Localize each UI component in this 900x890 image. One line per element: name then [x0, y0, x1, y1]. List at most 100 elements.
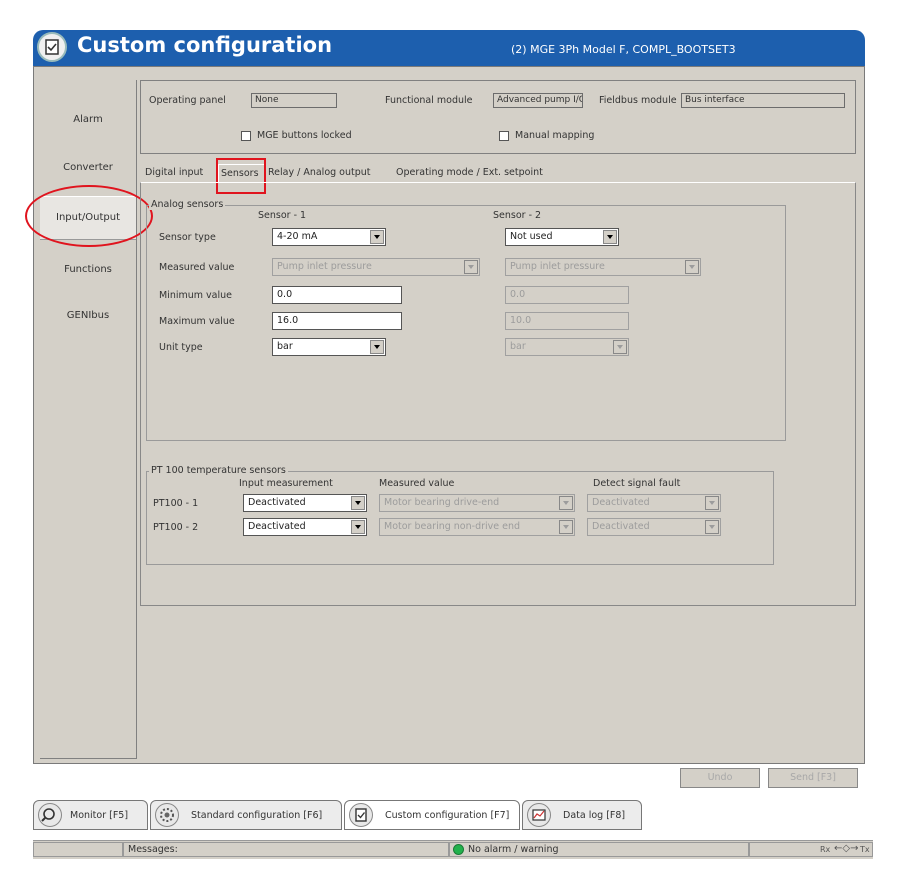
sensor-1-header: Sensor - 1 — [258, 210, 307, 221]
pt100-2-measured-value: Motor bearing non-drive end — [384, 521, 521, 532]
tab-standard-configuration-label: Standard configuration [F6] — [191, 810, 323, 821]
data-log-chart-icon — [527, 803, 551, 827]
pt100-2-input-value: Deactivated — [248, 521, 306, 532]
sensor-2-measured-value: Pump inlet pressure — [510, 261, 605, 272]
pt100-sensors-group: PT 100 temperature sensors Input measure… — [146, 465, 774, 565]
title-bar: Custom configuration (2) MGE 3Ph Model F… — [33, 30, 865, 66]
dropdown-arrow-icon[interactable] — [351, 496, 365, 510]
functional-module-label: Functional module — [385, 95, 473, 106]
sensor-2-header: Sensor - 2 — [493, 210, 542, 221]
detect-signal-fault-header: Detect signal fault — [593, 478, 681, 489]
measured-value-header: Measured value — [379, 478, 455, 489]
custom-configuration-icon — [37, 32, 67, 62]
tab-operating-mode[interactable]: Operating mode / Ext. setpoint — [396, 164, 562, 182]
nav-item-functions[interactable]: Functions — [40, 264, 136, 275]
pt100-1-detect-select: Deactivated — [587, 494, 721, 512]
highlight-circle — [25, 185, 153, 247]
sensor-1-unit-select[interactable]: bar — [272, 338, 386, 356]
row-label-sensor-type: Sensor type — [159, 232, 216, 243]
manual-mapping-label: Manual mapping — [515, 130, 595, 141]
send-button[interactable]: Send [F3] — [768, 768, 858, 788]
pt100-legend: PT 100 temperature sensors — [149, 465, 288, 476]
sensor-1-type-value: 4-20 mA — [277, 231, 318, 242]
pt100-1-input-select[interactable]: Deactivated — [243, 494, 367, 512]
tab-data-log[interactable]: Data log [F8] — [522, 800, 642, 830]
row-label-maximum-value: Maximum value — [159, 316, 235, 327]
sensor-2-unit-value: bar — [510, 341, 526, 352]
tab-custom-configuration-label: Custom configuration [F7] — [385, 810, 510, 821]
module-info-group: Operating panel None Functional module A… — [140, 80, 856, 154]
sensor-1-measured-value: Pump inlet pressure — [277, 261, 372, 272]
tab-relay-analog-output[interactable]: Relay / Analog output — [268, 164, 392, 182]
sensor-1-maximum-field[interactable]: 16.0 — [272, 312, 402, 330]
tab-monitor[interactable]: Monitor [F5] — [33, 800, 148, 830]
mge-buttons-locked-checkbox[interactable] — [241, 131, 251, 141]
dropdown-arrow-icon[interactable] — [603, 230, 617, 244]
sensor-2-minimum-field: 0.0 — [505, 286, 629, 304]
sensor-2-unit-select: bar — [505, 338, 629, 356]
rx-label: Rx — [820, 845, 831, 854]
dropdown-arrow-icon[interactable] — [370, 340, 384, 354]
sensor-1-minimum-field[interactable]: 0.0 — [272, 286, 402, 304]
dropdown-arrow-icon — [464, 260, 478, 274]
tab-standard-configuration[interactable]: Standard configuration [F6] — [150, 800, 342, 830]
dropdown-arrow-icon — [685, 260, 699, 274]
row-label-unit-type: Unit type — [159, 342, 203, 353]
row-label-measured-value: Measured value — [159, 262, 235, 273]
input-measurement-header: Input measurement — [239, 478, 333, 489]
pt100-1-label: PT100 - 1 — [153, 498, 199, 509]
magnifier-icon — [38, 803, 62, 827]
nav-item-converter[interactable]: Converter — [40, 162, 136, 173]
nav-item-genibus[interactable]: GENIbus — [40, 310, 136, 321]
sensor-1-unit-value: bar — [277, 341, 293, 352]
row-label-minimum-value: Minimum value — [159, 290, 232, 301]
nav-item-alarm[interactable]: Alarm — [40, 114, 136, 125]
messages-label: Messages: — [123, 842, 449, 857]
dropdown-arrow-icon[interactable] — [370, 230, 384, 244]
pt100-2-detect-select: Deactivated — [587, 518, 721, 536]
tab-data-log-label: Data log [F8] — [563, 810, 626, 821]
dropdown-arrow-icon — [559, 496, 573, 510]
page-title: Custom configuration — [77, 33, 333, 57]
left-nav: Alarm Converter Input/Output Functions G… — [40, 80, 137, 759]
functional-module-value: Advanced pump I/O — [493, 93, 583, 108]
sensors-tab-panel: Analog sensors Sensor - 1 Sensor - 2 Sen… — [140, 182, 856, 606]
tab-monitor-label: Monitor [F5] — [70, 810, 129, 821]
sensor-1-measured-select: Pump inlet pressure — [272, 258, 480, 276]
sensor-1-type-select[interactable]: 4-20 mA — [272, 228, 386, 246]
pt100-2-detect-value: Deactivated — [592, 521, 650, 532]
operating-panel-value: None — [251, 93, 337, 108]
mge-buttons-locked-label: MGE buttons locked — [257, 130, 352, 141]
dropdown-arrow-icon — [559, 520, 573, 534]
alarm-status-text: No alarm / warning — [468, 844, 559, 855]
dropdown-arrow-icon — [705, 520, 719, 534]
gear-icon — [155, 803, 179, 827]
alarm-status: No alarm / warning — [449, 842, 749, 857]
pt100-2-label: PT100 - 2 — [153, 522, 199, 533]
pt100-1-detect-value: Deactivated — [592, 497, 650, 508]
status-bar: Messages: No alarm / warning Rx ←◇→ Tx — [33, 840, 873, 859]
dropdown-arrow-icon[interactable] — [351, 520, 365, 534]
manual-mapping-checkbox[interactable] — [499, 131, 509, 141]
sensor-2-type-select[interactable]: Not used — [505, 228, 619, 246]
custom-configuration-icon — [349, 803, 373, 827]
rx-tx-link-icon: ←◇→ — [834, 843, 859, 854]
rx-tx-indicator: Rx ←◇→ Tx — [749, 842, 873, 857]
pt100-2-input-select[interactable]: Deactivated — [243, 518, 367, 536]
dropdown-arrow-icon — [613, 340, 627, 354]
tab-custom-configuration[interactable]: Custom configuration [F7] — [344, 800, 520, 830]
tx-label: Tx — [860, 845, 870, 854]
undo-button[interactable]: Undo — [680, 768, 760, 788]
analog-sensors-legend: Analog sensors — [149, 199, 226, 210]
analog-sensors-group: Analog sensors Sensor - 1 Sensor - 2 Sen… — [146, 199, 786, 441]
tab-digital-input[interactable]: Digital input — [145, 164, 215, 182]
pt100-2-measured-select: Motor bearing non-drive end — [379, 518, 575, 536]
status-cell-empty — [33, 842, 123, 857]
pt100-1-input-value: Deactivated — [248, 497, 306, 508]
sensor-2-measured-select: Pump inlet pressure — [505, 258, 701, 276]
fieldbus-module-value: Bus interface — [681, 93, 845, 108]
status-ok-icon — [453, 844, 464, 855]
operating-panel-label: Operating panel — [149, 95, 226, 106]
sensor-2-maximum-field: 10.0 — [505, 312, 629, 330]
device-name: (2) MGE 3Ph Model F, COMPL_BOOTSET3 — [511, 43, 736, 56]
